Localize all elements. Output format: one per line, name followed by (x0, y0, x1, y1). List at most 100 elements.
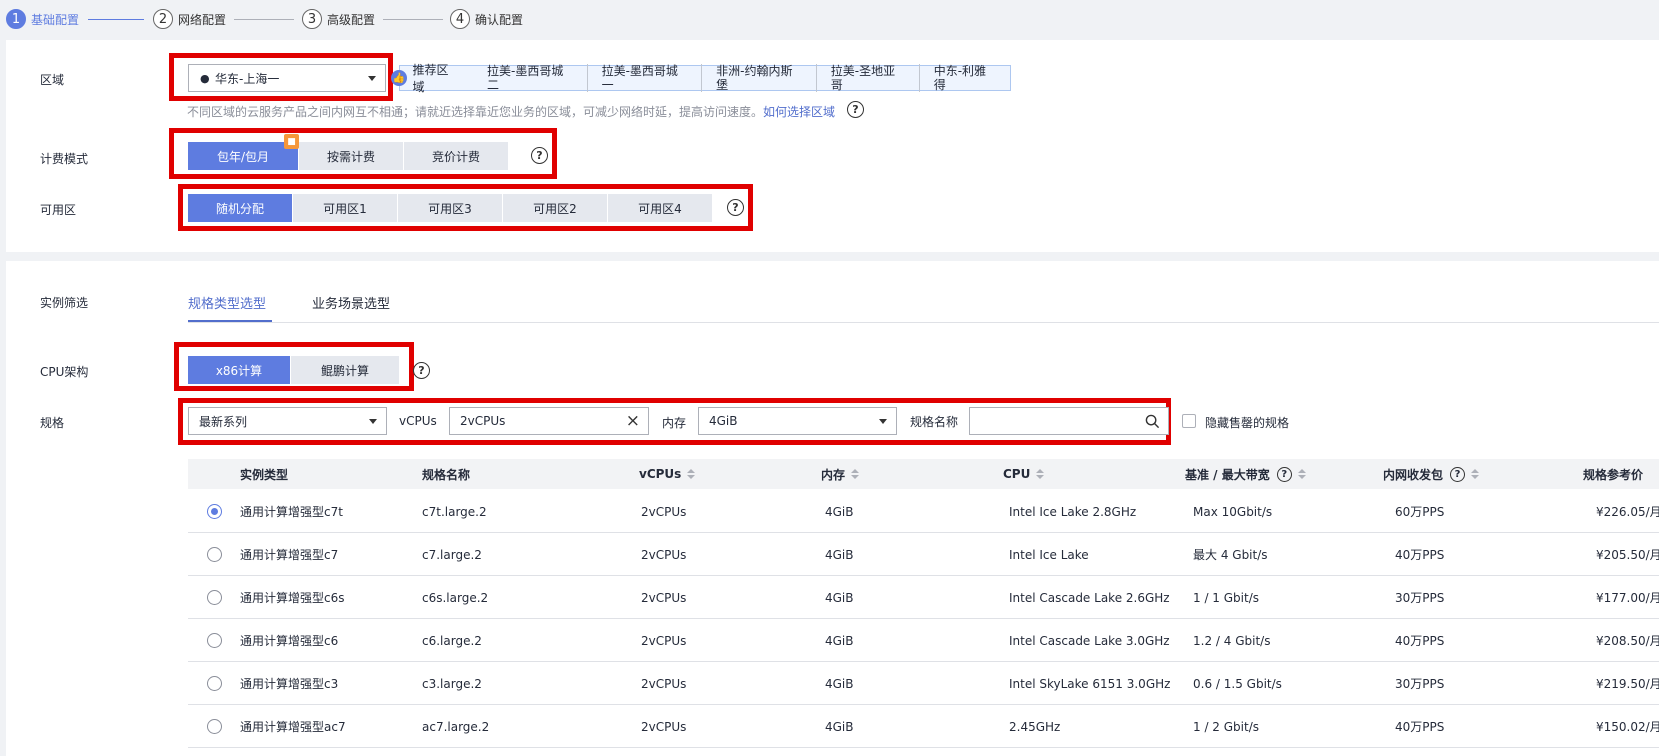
help-icon[interactable]: ? (413, 362, 430, 379)
tab-business-scenario[interactable]: 业务场景选型 (312, 293, 390, 312)
az-option-2[interactable]: 可用区2 (503, 194, 607, 222)
help-icon[interactable]: ? (1276, 466, 1292, 482)
col-instance-type: 实例类型 (240, 459, 288, 489)
tab-spec-type[interactable]: 规格类型选型 (188, 293, 266, 312)
hide-soldout-checkbox[interactable] (1182, 414, 1196, 428)
cell-memory: 4GiB (825, 547, 854, 562)
col-label: 实例类型 (240, 467, 289, 482)
region-label: 区域 (40, 73, 65, 87)
cell-instance-type: 通用计算增强型c7 (240, 548, 339, 562)
az-option-random[interactable]: 随机分配 (188, 194, 292, 222)
cell-spec-name: c7t.large.2 (422, 504, 487, 519)
cell-price: ¥177.00/月 (1596, 591, 1659, 605)
series-selected-value: 最新系列 (199, 414, 248, 429)
recommend-region-link[interactable]: 中东-利雅得 (920, 64, 1010, 92)
step-label: 基础配置 (31, 12, 80, 27)
cell-memory: 4GiB (825, 676, 854, 691)
cell-instance-type: 通用计算增强型c7t (240, 505, 343, 519)
step-network[interactable]: 2 网络配置 (153, 9, 226, 29)
cell-memory: 4GiB (825, 504, 854, 519)
wizard-steps: 1 基础配置 2 网络配置 3 高级配置 4 确认配置 (0, 0, 1659, 40)
az-option-1[interactable]: 可用区1 (293, 194, 397, 222)
az-option-4[interactable]: 可用区4 (608, 194, 712, 222)
how-to-choose-region-link[interactable]: 如何选择区域 (763, 105, 835, 119)
step-confirm[interactable]: 4 确认配置 (450, 9, 523, 29)
row-radio[interactable] (207, 504, 222, 519)
step-basic[interactable]: 1 基础配置 (6, 9, 79, 29)
memory-selected-value: 4GiB (709, 414, 738, 428)
billing-option-yearly[interactable]: 包年/包月 (188, 142, 298, 170)
sort-icon[interactable] (851, 469, 860, 479)
help-icon[interactable]: ? (847, 101, 864, 118)
recommend-region-link[interactable]: 拉美-墨西哥城二 (473, 64, 588, 92)
table-row[interactable]: 通用计算增强型c7 c7.large.2 2vCPUs 4GiB Intel Ice L… (188, 533, 1659, 576)
region-selected-value: 华东-上海一 (215, 71, 280, 86)
table-row[interactable]: 通用计算增强型c6s c6s.large.2 2vCPUs 4GiB Intel Cas… (188, 576, 1659, 619)
search-icon[interactable] (1145, 414, 1160, 429)
table-row[interactable]: 通用计算增强型c7t c7t.large.2 2vCPUs 4GiB Intel Ice… (188, 490, 1659, 533)
table-row[interactable]: 通用计算增强型c6 c6.large.2 2vCPUs 4GiB Intel Casca… (188, 619, 1659, 662)
sort-icon[interactable] (1297, 469, 1306, 479)
cell-memory: 4GiB (825, 719, 854, 734)
row-radio[interactable] (207, 676, 222, 691)
col-label: 内网收发包 (1383, 467, 1444, 482)
region-select[interactable]: ● 华东-上海一 (188, 64, 386, 92)
step-connector (383, 19, 443, 20)
recommend-region-link[interactable]: 拉美-圣地亚哥 (817, 64, 920, 92)
cell-spec-name: c6s.large.2 (422, 590, 489, 605)
cpu-option-x86[interactable]: x86计算 (188, 356, 290, 384)
billing-option-spot[interactable]: 竞价计费 (404, 142, 508, 170)
help-icon[interactable]: ? (1450, 466, 1466, 482)
series-select[interactable]: 最新系列 (188, 407, 387, 435)
cell-price: ¥208.50/月 (1596, 634, 1659, 648)
cell-bandwidth: 0.6 / 1.5 Gbit/s (1193, 676, 1282, 691)
recommend-region-link[interactable]: 拉美-墨西哥城一 (588, 64, 703, 92)
recommend-region-link[interactable]: 非洲-约翰内斯堡 (702, 64, 817, 92)
row-radio[interactable] (207, 547, 222, 562)
chevron-down-icon (369, 419, 377, 424)
col-label: 规格参考价 (1583, 467, 1644, 482)
col-bandwidth[interactable]: 基准 / 最大带宽? (1185, 459, 1306, 489)
vcpus-value: 2vCPUs (460, 414, 506, 428)
cell-bandwidth: 最大 4 Gbit/s (1193, 548, 1268, 562)
billing-label: 计费模式 (40, 152, 89, 166)
thumbs-up-icon: 👍 (391, 70, 407, 86)
table-row[interactable]: 通用计算增强型c3 c3.large.2 2vCPUs 4GiB Intel SkyLa… (188, 662, 1659, 705)
cell-price: ¥205.50/月 (1596, 548, 1659, 562)
col-spec-name: 规格名称 (422, 459, 470, 489)
cell-spec-name: c6.large.2 (422, 633, 482, 648)
cell-vcpus: 2vCPUs (641, 590, 687, 605)
row-radio[interactable] (207, 633, 222, 648)
row-radio[interactable] (207, 719, 222, 734)
col-memory[interactable]: 内存 (821, 459, 860, 489)
clear-icon[interactable]: × (626, 411, 640, 431)
col-vcpus[interactable]: vCPUs (639, 459, 696, 489)
help-icon[interactable]: ? (727, 199, 744, 216)
help-icon[interactable]: ? (531, 147, 548, 164)
row-radio[interactable] (207, 590, 222, 605)
cell-instance-type: 通用计算增强型c6s (240, 591, 345, 605)
cell-pps: 30万PPS (1395, 591, 1445, 605)
cpu-option-kunpeng[interactable]: 鲲鹏计算 (291, 356, 399, 384)
step-label: 确认配置 (475, 12, 524, 27)
billing-option-ondemand[interactable]: 按需计费 (299, 142, 403, 170)
sort-icon[interactable] (1471, 469, 1480, 479)
spec-name-search-input[interactable] (969, 407, 1169, 435)
cell-vcpus: 2vCPUs (641, 633, 687, 648)
memory-select[interactable]: 4GiB (698, 407, 897, 435)
step-advanced[interactable]: 3 高级配置 (302, 9, 375, 29)
table-row[interactable]: 通用计算增强型ac7 ac7.large.2 2vCPUs 4GiB 2.45GHz 1 … (188, 705, 1659, 748)
az-option-3[interactable]: 可用区3 (398, 194, 502, 222)
vcpus-input[interactable]: 2vCPUs × (449, 407, 649, 435)
vcpus-label: vCPUs (399, 414, 437, 428)
cell-instance-type: 通用计算增强型c3 (240, 677, 339, 691)
col-pps[interactable]: 内网收发包? (1383, 459, 1480, 489)
sort-icon[interactable] (687, 469, 696, 479)
col-cpu[interactable]: CPU (1003, 459, 1045, 489)
chevron-down-icon (879, 419, 887, 424)
cell-spec-name: c3.large.2 (422, 676, 482, 691)
region-hint: 不同区域的云服务产品之间内网互不相通；请就近选择靠近您业务的区域，可减少网络时延… (187, 103, 835, 120)
cell-memory: 4GiB (825, 633, 854, 648)
cell-cpu: Intel Ice Lake 2.8GHz (1009, 504, 1137, 519)
sort-icon[interactable] (1036, 469, 1045, 479)
